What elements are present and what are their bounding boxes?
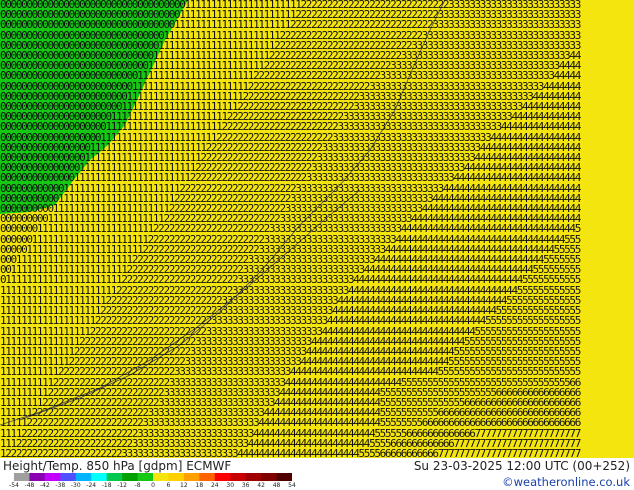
scale-tick-label: 42 bbox=[257, 482, 265, 489]
scale-swatch bbox=[214, 473, 231, 481]
scale-swatch bbox=[14, 473, 30, 481]
scale-tick-label: -12 bbox=[117, 482, 128, 489]
scale-swatch bbox=[230, 473, 247, 481]
scale-tick-label: -18 bbox=[101, 482, 112, 489]
color-scale-labels: -54 -48 -42 -38 -30 -24 -18 -12 -8 0 6 12 18 24 30 36 42… bbox=[9, 482, 296, 490]
scale-tick-label: -54 bbox=[9, 482, 19, 489]
scale-tick-label: -24 bbox=[86, 482, 97, 489]
scale-tick-label: -30 bbox=[70, 482, 81, 489]
scale-tick-label: -48 bbox=[24, 482, 35, 489]
footer: Height/Temp. 850 hPa [gdpm] ECMWF Su 23-… bbox=[0, 458, 634, 490]
scale-tick-label: 24 bbox=[210, 482, 219, 489]
scale-tick-label: 54 bbox=[288, 482, 296, 489]
scale-swatch bbox=[29, 473, 46, 481]
scale-swatch bbox=[122, 473, 139, 481]
scale-swatch bbox=[261, 473, 278, 481]
scale-tick-label: -42 bbox=[39, 482, 50, 489]
scale-swatch bbox=[168, 473, 185, 481]
weather-map: 0000000000000000000000000000000000011111… bbox=[0, 0, 634, 458]
map-datetime: Su 23-03-2025 12:00 UTC (00+252) bbox=[413, 459, 630, 473]
scale-tick-label: 30 bbox=[226, 482, 235, 489]
scale-tick-label: 6 bbox=[166, 482, 171, 489]
color-scale bbox=[14, 473, 292, 481]
scale-swatch bbox=[106, 473, 123, 481]
map-regions bbox=[0, 0, 634, 458]
scale-tick-label: 0 bbox=[151, 482, 155, 489]
scale-swatch bbox=[199, 473, 216, 481]
scale-tick-label: -38 bbox=[55, 482, 66, 489]
scale-tick-label: 48 bbox=[272, 482, 281, 489]
scale-swatch bbox=[60, 473, 77, 481]
scale-tick-label: 12 bbox=[180, 482, 188, 489]
scale-tick-label: 18 bbox=[195, 482, 204, 489]
scale-swatch bbox=[245, 473, 262, 481]
scale-swatch bbox=[44, 473, 61, 481]
site-credit[interactable]: ©weatheronline.co.uk bbox=[502, 475, 630, 489]
map-title: Height/Temp. 850 hPa [gdpm] ECMWF bbox=[3, 459, 232, 473]
scale-swatch bbox=[276, 473, 292, 481]
scale-swatch bbox=[153, 473, 169, 481]
scale-swatch bbox=[183, 473, 200, 481]
scale-swatch bbox=[75, 473, 92, 481]
scale-swatch bbox=[137, 473, 154, 481]
scale-tick-label: -8 bbox=[134, 482, 141, 489]
scale-tick-label: 36 bbox=[241, 482, 250, 489]
scale-swatch bbox=[91, 473, 108, 481]
